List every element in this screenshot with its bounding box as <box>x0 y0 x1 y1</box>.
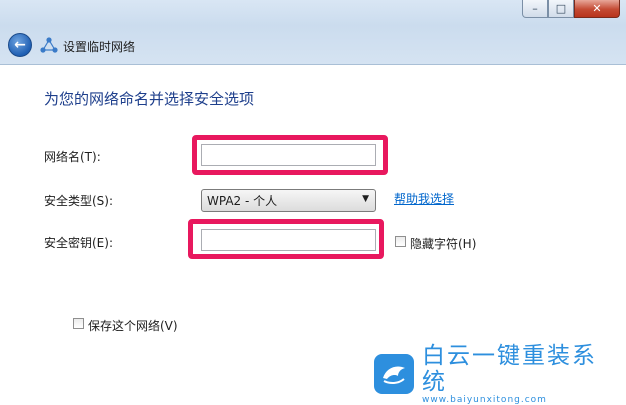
network-icon <box>40 37 58 53</box>
security-key-label: 安全密钥(E): <box>44 236 113 250</box>
nav-title: 设置临时网络 <box>63 40 136 54</box>
security-type-value: WPA2 - 个人 <box>207 194 278 208</box>
security-type-label: 安全类型(S): <box>44 194 114 208</box>
network-name-label: 网络名(T): <box>44 150 101 164</box>
watermark-url: www.baiyunxitong.com <box>422 395 547 405</box>
save-network-checkbox[interactable] <box>73 318 84 329</box>
close-button[interactable]: ✕ <box>574 0 620 18</box>
chevron-down-icon: ▼ <box>362 194 369 204</box>
window-controls: – □ ✕ <box>522 0 620 18</box>
hide-chars-label[interactable]: 隐藏字符(H) <box>410 235 476 252</box>
save-network-label[interactable]: 保存这个网络(V) <box>88 317 178 334</box>
title-bar: – □ ✕ ← 设置临时网络 <box>0 0 626 65</box>
watermark: 白云一键重装系统 www.baiyunxitong.com <box>374 343 620 405</box>
bird-logo-icon <box>374 354 414 394</box>
watermark-title: 白云一键重装系统 <box>422 343 597 395</box>
back-arrow-icon[interactable]: ← <box>8 33 32 57</box>
network-name-input[interactable] <box>201 144 376 166</box>
maximize-button[interactable]: □ <box>548 0 574 18</box>
page-heading: 为您的网络命名并选择安全选项 <box>44 90 255 108</box>
help-me-choose-link[interactable]: 帮助我选择 <box>394 190 454 207</box>
security-type-select[interactable]: WPA2 - 个人 ▼ <box>201 189 376 212</box>
security-key-input[interactable] <box>201 229 376 251</box>
hide-chars-checkbox[interactable] <box>395 236 406 247</box>
minimize-button[interactable]: – <box>522 0 548 18</box>
